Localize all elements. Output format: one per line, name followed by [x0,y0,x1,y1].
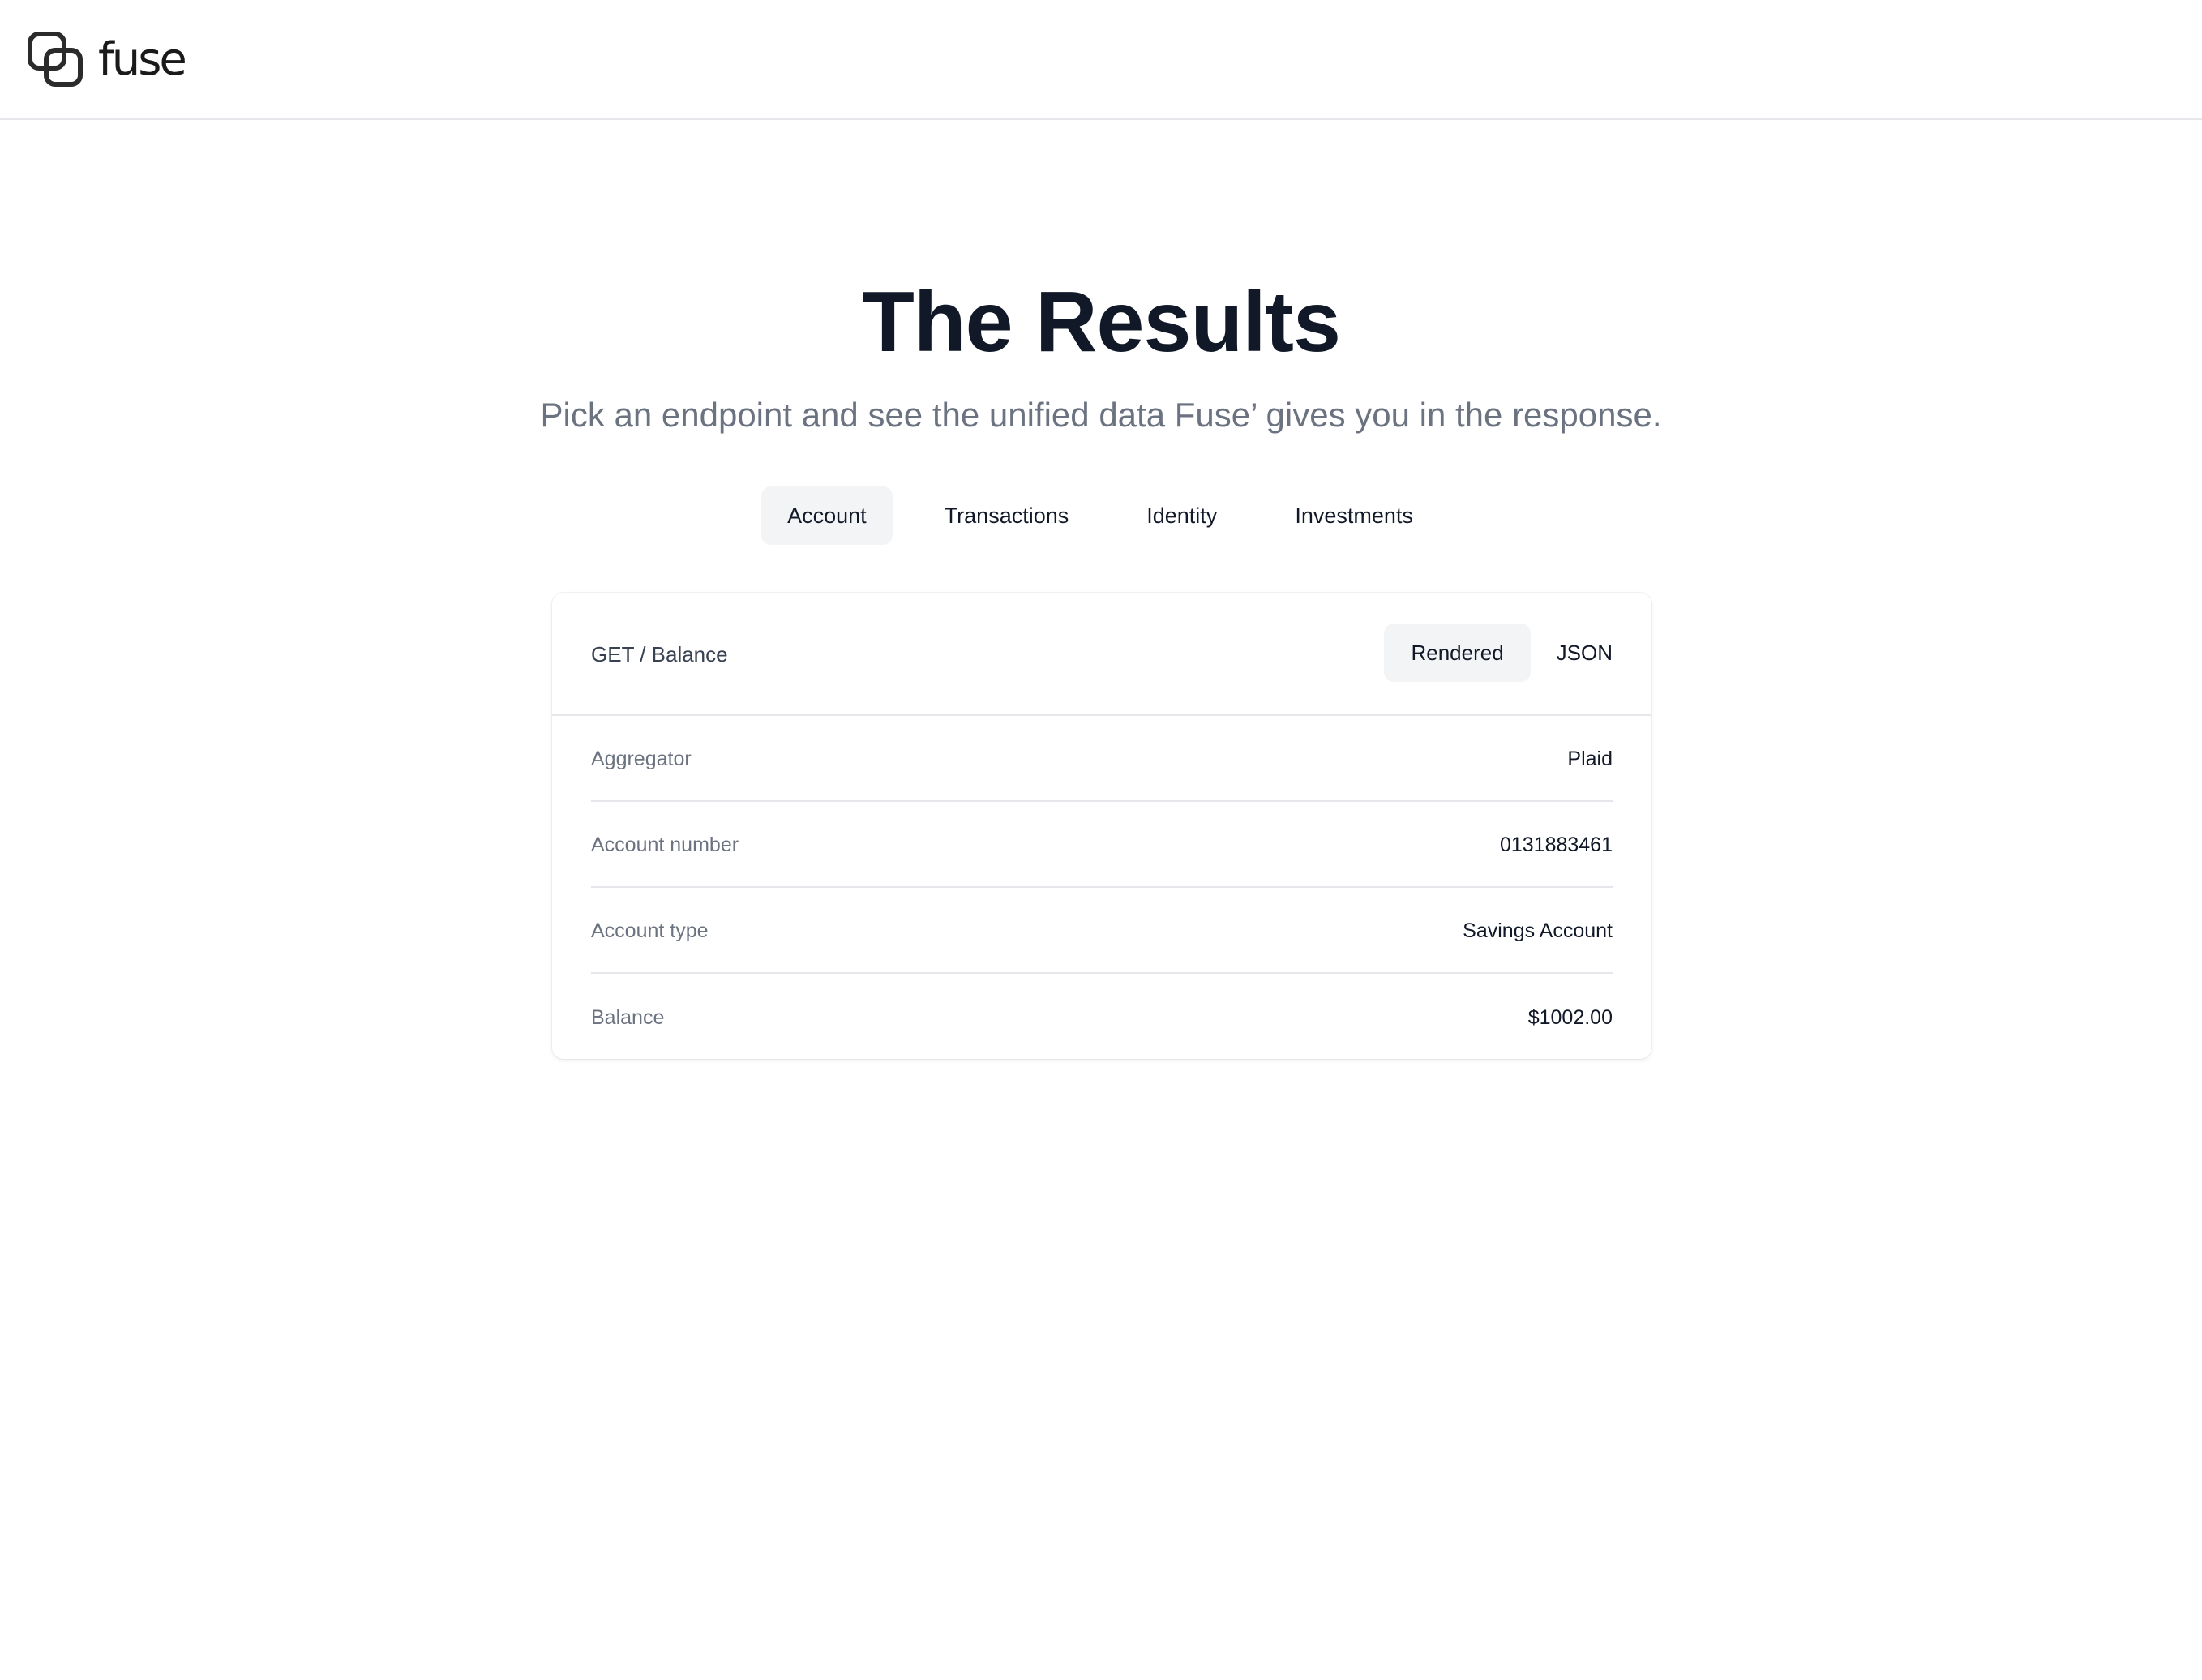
result-row-account-number: Account number 0131883461 [591,802,1613,888]
page-title: The Results [862,274,1341,370]
result-row-balance: Balance $1002.00 [591,974,1613,1060]
fuse-logo[interactable]: fuse [27,31,187,89]
result-row-aggregator: Aggregator Plaid [591,716,1613,802]
endpoint-tabs: Account Transactions Identity Investment… [0,486,2202,545]
top-header: fuse [0,0,2202,120]
rendered-view-button[interactable]: Rendered [1384,624,1531,682]
row-label: Account number [591,833,739,856]
tab-transactions[interactable]: Transactions [919,486,1095,545]
row-value: 0131883461 [1499,833,1613,856]
row-label: Aggregator [591,747,692,770]
result-row-account-type: Account type Savings Account [591,888,1613,974]
logo-text: fuse [98,33,187,86]
tab-account[interactable]: Account [761,486,893,545]
view-toggle: Rendered JSON [1384,624,1613,682]
row-label: Balance [591,1005,665,1029]
row-label: Account type [591,919,709,942]
page-subtitle: Pick an endpoint and see the unified dat… [540,396,1662,434]
tab-investments[interactable]: Investments [1269,486,1439,545]
endpoint-label: GET / Balance [591,642,728,666]
json-view-button[interactable]: JSON [1557,624,1613,682]
overlapping-squares-logo-icon [28,32,83,87]
row-value: Plaid [1567,747,1613,770]
result-rows: Aggregator Plaid Account number 01318834… [591,716,1613,1060]
results-card: GET / Balance Rendered JSON Aggregator P… [552,593,1652,1059]
row-value: $1002.00 [1527,1005,1613,1029]
row-value: Savings Account [1463,919,1613,942]
tab-identity[interactable]: Identity [1120,486,1243,545]
results-card-header: GET / Balance Rendered JSON [552,593,1652,716]
